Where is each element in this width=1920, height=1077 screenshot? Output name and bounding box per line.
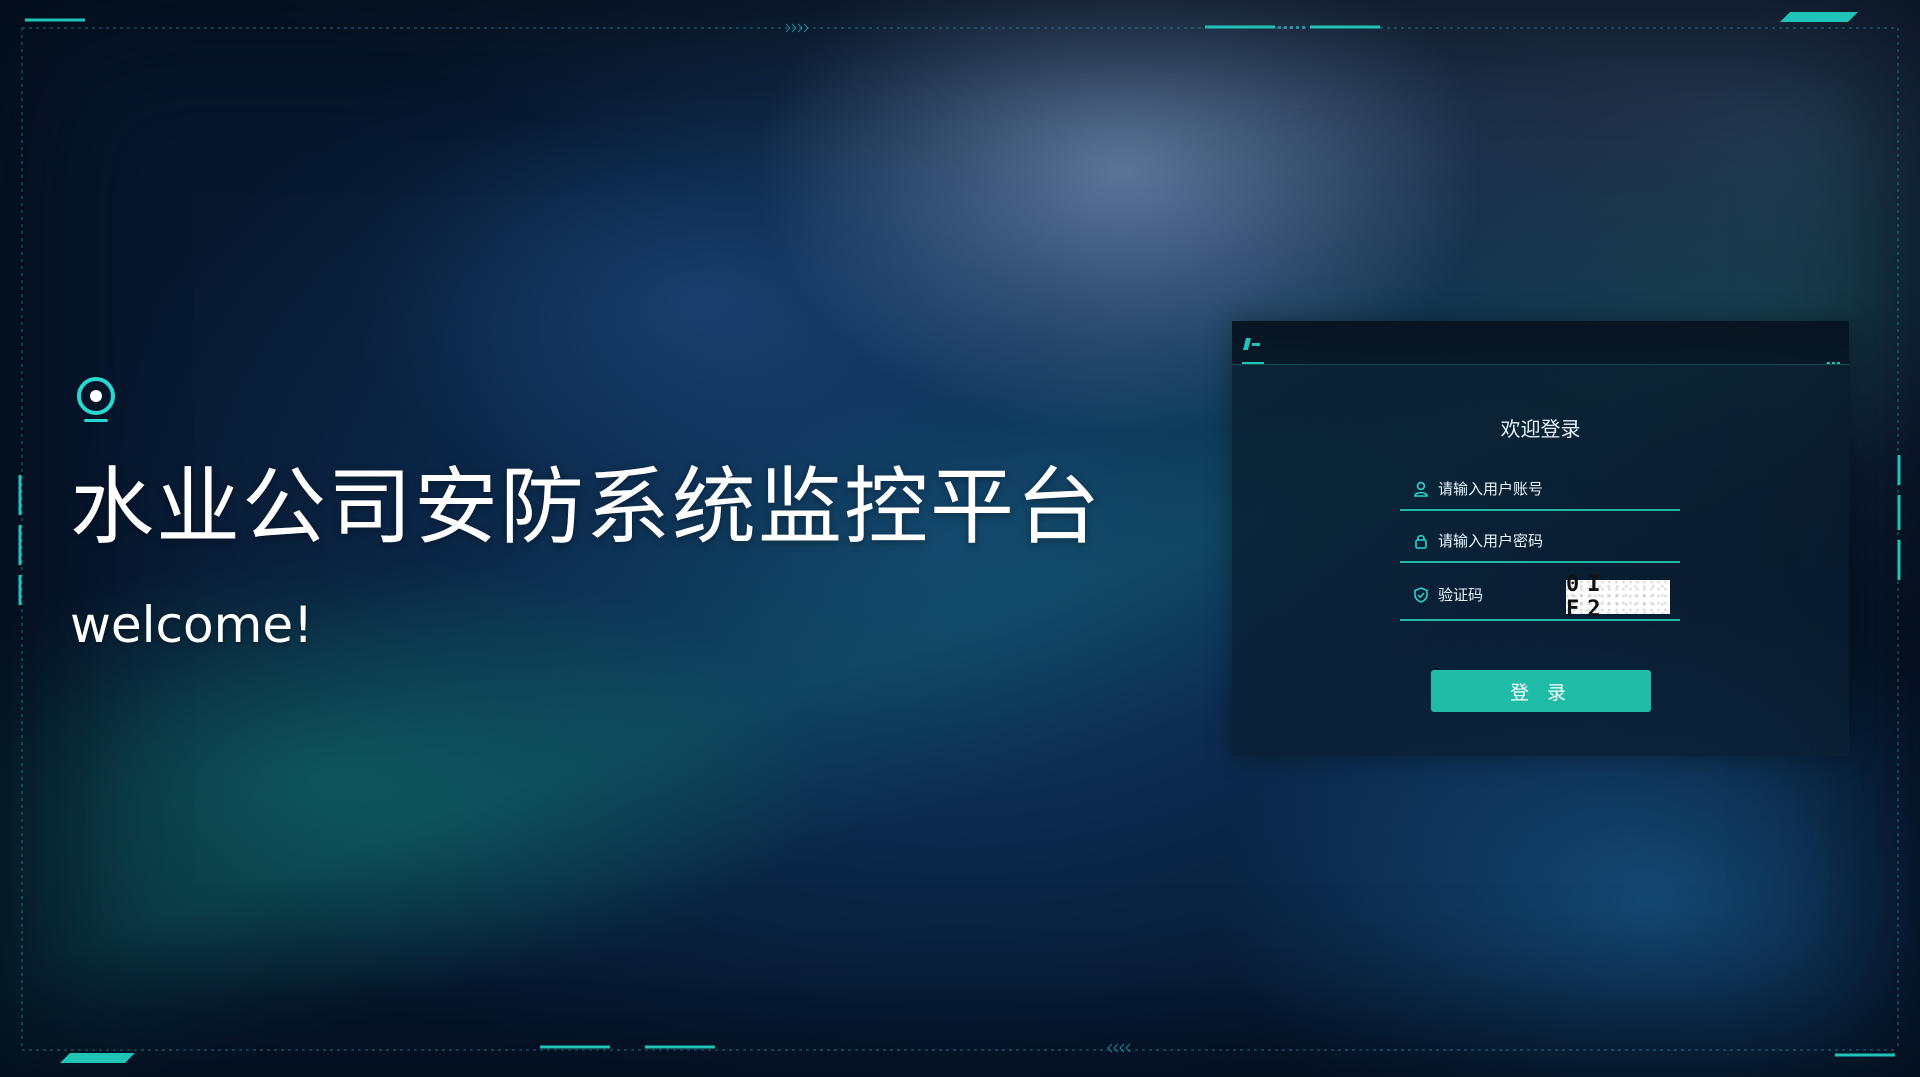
- captcha-field: 0I F2: [1400, 571, 1680, 622]
- username-field: [1400, 469, 1680, 511]
- card-header: [1232, 321, 1849, 365]
- captcha-input[interactable]: [1438, 586, 1548, 604]
- captcha-image[interactable]: 0I F2: [1566, 572, 1670, 622]
- login-heading: 欢迎登录: [1500, 417, 1581, 441]
- login-screen: 水业公司安防系统监控平台 welcome! 欢迎登录 请输入用户账号 验证码 0…: [0, 0, 1920, 1077]
- user-icon: [1412, 480, 1430, 498]
- username-input[interactable]: [1438, 480, 1658, 498]
- password-input[interactable]: [1438, 532, 1658, 550]
- card-header-decoration: [1242, 338, 1840, 364]
- lock-icon: [1412, 532, 1430, 550]
- password-field: [1400, 521, 1680, 563]
- welcome-text: welcome!: [70, 596, 314, 654]
- shield-check-icon: [1412, 586, 1430, 604]
- login-button[interactable]: 登 录: [1431, 670, 1651, 712]
- platform-title: 水业公司安防系统监控平台: [70, 458, 1103, 556]
- location-pin-icon: [74, 376, 118, 424]
- login-card: 欢迎登录 请输入用户账号 验证码 0I F2 登 录: [1232, 321, 1849, 756]
